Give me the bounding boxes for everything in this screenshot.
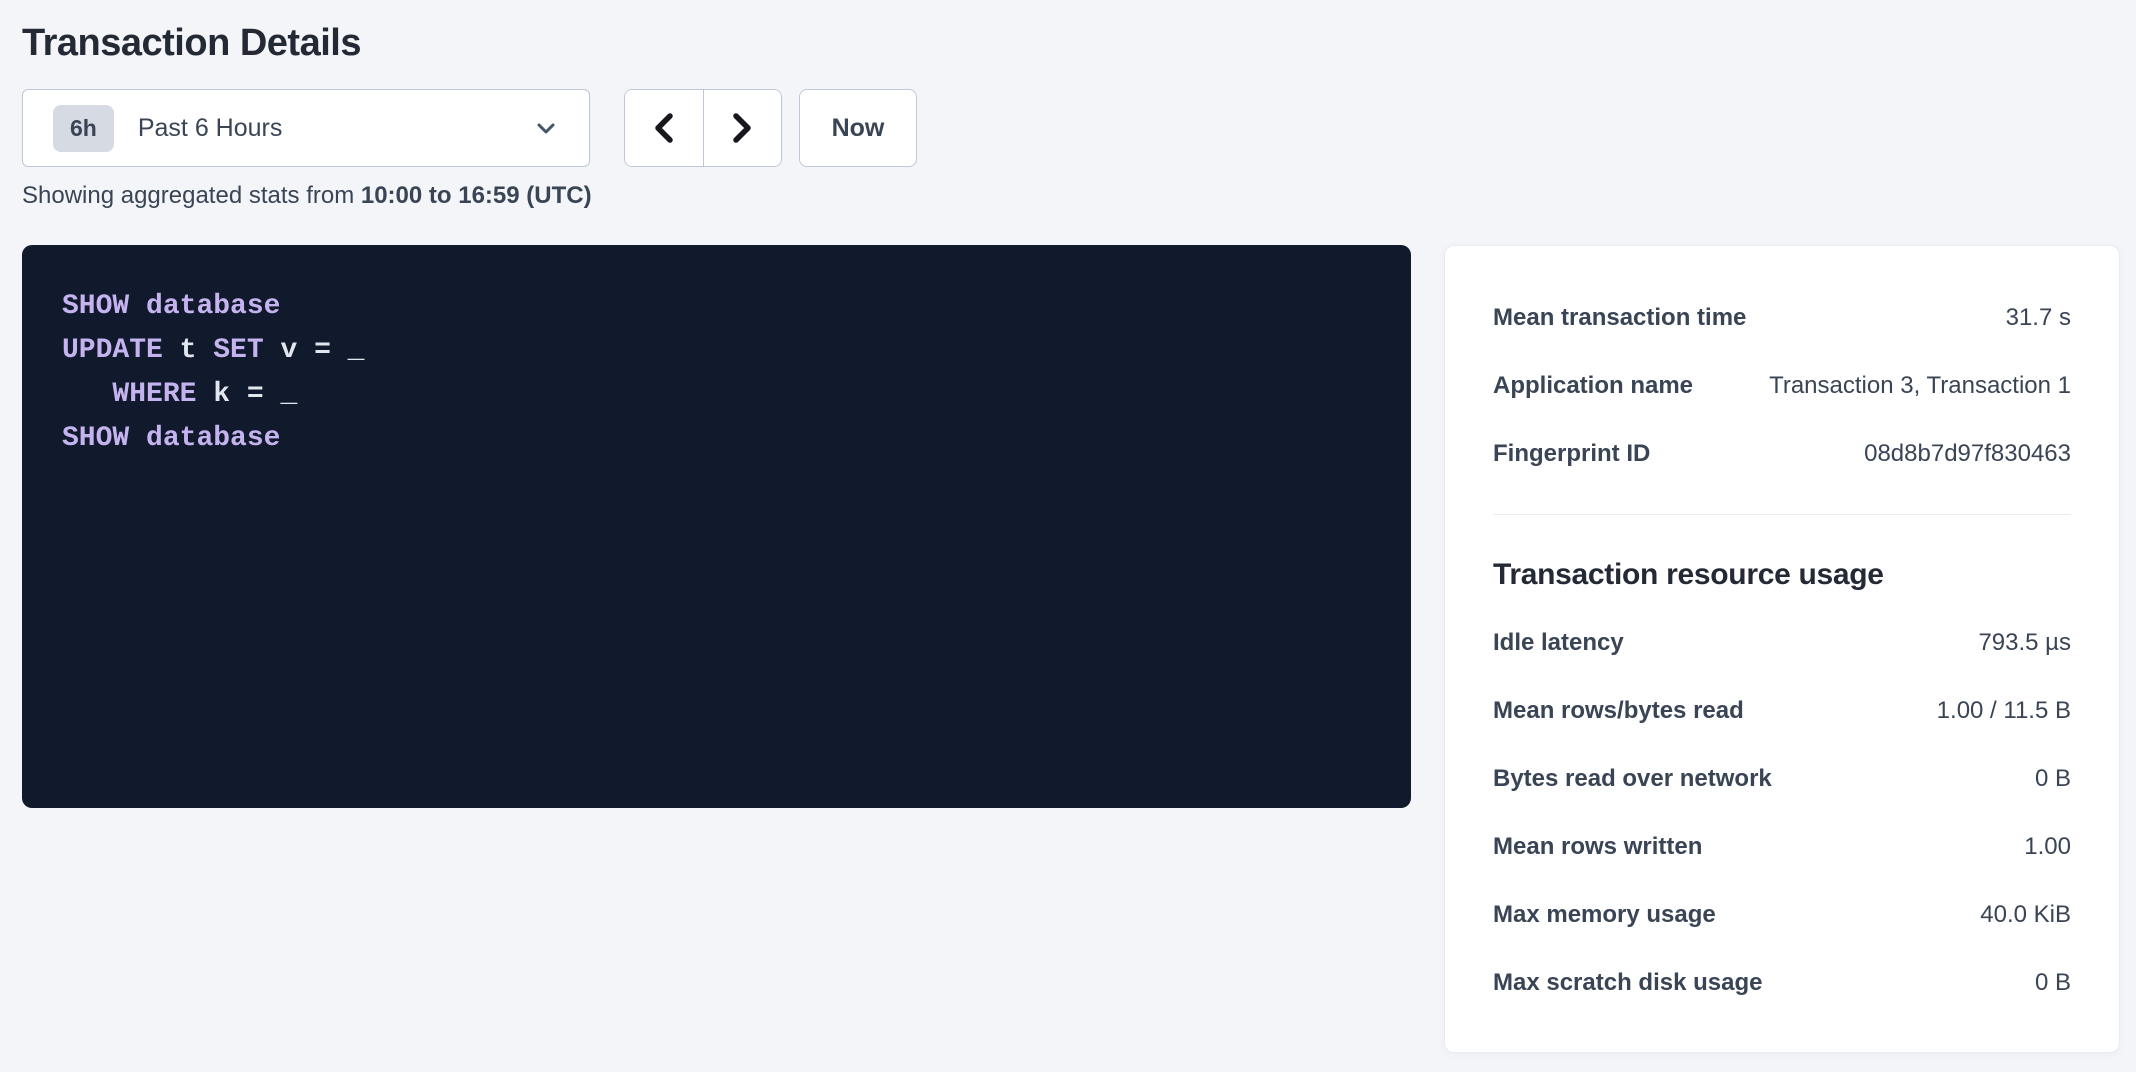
detail-value: 08d8b7d97f830463 <box>1864 440 2071 468</box>
detail-row: Max memory usage 40.0 KiB <box>1493 881 2071 949</box>
usage-rows: Idle latency 793.5 µs Mean rows/bytes re… <box>1493 609 2071 1017</box>
detail-row: Application name Transaction 3, Transact… <box>1493 352 2071 420</box>
aggregation-note-range: 10:00 to 16:59 (UTC) <box>361 182 592 209</box>
chevron-right-icon <box>724 108 760 148</box>
time-range-label: Past 6 Hours <box>138 114 283 143</box>
time-range-select[interactable]: 6h Past 6 Hours <box>22 89 590 167</box>
detail-value: 0 B <box>2035 969 2071 997</box>
sql-statements-box: SHOW databaseUPDATE t SET v = _ WHERE k … <box>22 245 1411 808</box>
prev-time-button[interactable] <box>625 90 703 166</box>
detail-label: Mean transaction time <box>1493 304 1746 332</box>
detail-row: Bytes read over network 0 B <box>1493 745 2071 813</box>
time-controls: 6h Past 6 Hours <box>22 89 917 167</box>
detail-label: Idle latency <box>1493 629 1624 657</box>
detail-value: 31.7 s <box>2006 304 2071 332</box>
time-range-badge: 6h <box>53 105 114 152</box>
detail-value: 793.5 µs <box>1978 629 2071 657</box>
detail-value: 1.00 <box>2024 833 2071 861</box>
detail-label: Application name <box>1493 372 1693 400</box>
detail-label: Fingerprint ID <box>1493 440 1650 468</box>
resource-usage-heading: Transaction resource usage <box>1493 555 2071 595</box>
now-button[interactable]: Now <box>799 89 917 167</box>
detail-value: 1.00 / 11.5 B <box>1937 697 2071 725</box>
time-window-pager <box>624 89 782 167</box>
transaction-details-page: Transaction Details 6h Past 6 Hours <box>0 0 2136 1072</box>
detail-row: Mean rows/bytes read 1.00 / 11.5 B <box>1493 677 2071 745</box>
detail-row: Fingerprint ID 08d8b7d97f830463 <box>1493 420 2071 488</box>
detail-row: Mean rows written 1.00 <box>1493 813 2071 881</box>
detail-value: Transaction 3, Transaction 1 <box>1769 372 2071 400</box>
card-divider <box>1493 514 2071 515</box>
detail-label: Max memory usage <box>1493 901 1716 929</box>
detail-value: 0 B <box>2035 765 2071 793</box>
aggregation-note: Showing aggregated stats from 10:00 to 1… <box>22 182 592 210</box>
details-card: Mean transaction time 31.7 s Application… <box>1444 245 2120 1053</box>
chevron-down-icon <box>529 111 563 145</box>
detail-label: Max scratch disk usage <box>1493 969 1762 997</box>
aggregation-note-prefix: Showing aggregated stats from <box>22 182 361 209</box>
summary-rows: Mean transaction time 31.7 s Application… <box>1493 284 2071 488</box>
detail-value: 40.0 KiB <box>1980 901 2071 929</box>
page-title: Transaction Details <box>22 22 361 65</box>
detail-label: Mean rows written <box>1493 833 1702 861</box>
next-time-button[interactable] <box>703 90 782 166</box>
detail-label: Mean rows/bytes read <box>1493 697 1744 725</box>
chevron-left-icon <box>646 108 682 148</box>
detail-label: Bytes read over network <box>1493 765 1772 793</box>
detail-row: Max scratch disk usage 0 B <box>1493 949 2071 1017</box>
detail-row: Idle latency 793.5 µs <box>1493 609 2071 677</box>
detail-row: Mean transaction time 31.7 s <box>1493 284 2071 352</box>
